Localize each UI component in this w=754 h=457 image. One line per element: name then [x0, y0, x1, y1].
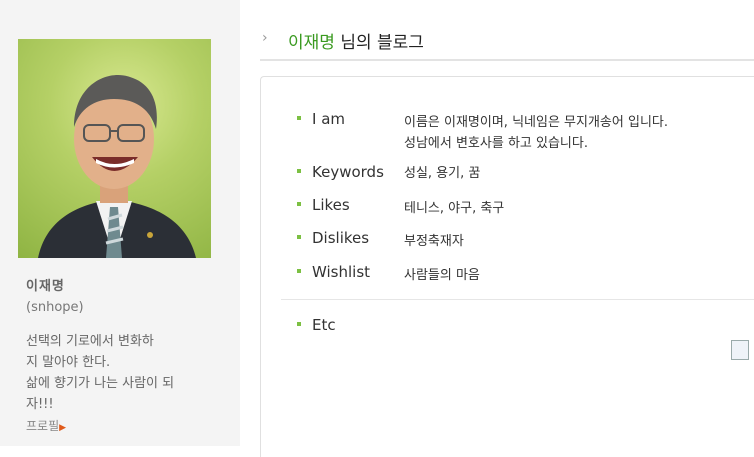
header-divider — [260, 59, 754, 61]
profile-name: 이재명 — [26, 279, 65, 294]
info-value: 이름은 이재명이며, 닉네임은 무지개송어 입니다. 성남에서 변호사를 하고 … — [404, 112, 668, 154]
bullet-icon — [297, 322, 301, 326]
motto-line: 삶에 향기가 나는 사람이 되 — [26, 376, 175, 391]
info-label: I am — [312, 110, 345, 128]
bullet-icon — [297, 169, 301, 173]
profile-id: (snhope) — [26, 300, 84, 315]
profile-link[interactable]: 프로필▶ — [26, 417, 66, 434]
broken-image-icon — [731, 340, 749, 360]
profile-motto: 선택의 기로에서 변화하 지 말아야 한다. 삶에 향기가 나는 사람이 되 자… — [26, 331, 226, 415]
info-value-line: 이름은 이재명이며, 닉네임은 무지개송어 입니다. — [404, 115, 668, 130]
info-label: Etc — [312, 316, 336, 334]
bullet-icon — [297, 202, 301, 206]
bullet-icon — [297, 235, 301, 239]
info-label: Likes — [312, 196, 350, 214]
blog-main: › 이재명 님의 블로그 I am 이름은 이재명이며, 닉네임은 무지개송어 … — [240, 0, 754, 457]
info-label: Dislikes — [312, 229, 370, 247]
info-value-line: 성남에서 변호사를 하고 있습니다. — [404, 136, 588, 151]
motto-line: 자!!! — [26, 397, 54, 412]
profile-sidebar: 이재명 (snhope) 선택의 기로에서 변화하 지 말아야 한다. 삶에 향… — [0, 0, 240, 446]
motto-line: 선택의 기로에서 변화하 — [26, 334, 154, 349]
motto-line: 지 말아야 한다. — [26, 355, 111, 370]
blog-title-suffix: 님의 블로그 — [334, 33, 424, 53]
section-divider — [281, 299, 754, 300]
profile-photo — [18, 39, 211, 258]
info-label: Wishlist — [312, 263, 371, 281]
blog-title[interactable]: 이재명 님의 블로그 — [288, 28, 424, 53]
info-value: 테니스, 야구, 축구 — [404, 201, 505, 216]
profile-link-label: 프로필 — [26, 419, 60, 433]
info-label: Keywords — [312, 163, 384, 181]
blog-owner-name: 이재명 — [288, 33, 335, 53]
info-value: 사람들의 마음 — [404, 268, 480, 283]
info-panel: I am 이름은 이재명이며, 닉네임은 무지개송어 입니다. 성남에서 변호사… — [260, 76, 754, 457]
chevron-right-icon: › — [262, 30, 268, 46]
arrow-right-icon: ▶ — [59, 423, 67, 433]
info-value: 부정축재자 — [404, 234, 464, 249]
bullet-icon — [297, 269, 301, 273]
bullet-icon — [297, 116, 301, 120]
info-value: 성실, 용기, 꿈 — [404, 166, 481, 181]
